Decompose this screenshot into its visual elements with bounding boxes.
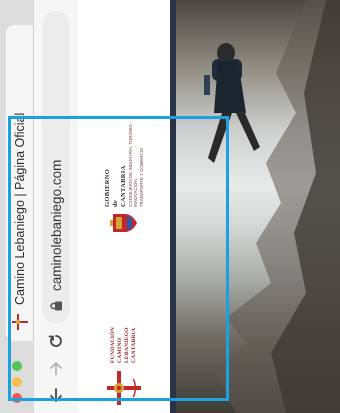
lock-icon[interactable] bbox=[49, 299, 63, 313]
browser-toolbar: caminolebaniego.com bbox=[34, 0, 79, 413]
hiker-photo bbox=[176, 0, 340, 413]
gobierno-logo[interactable]: GOBIERNO de CANTABRIA CONSEJERÍA DE INDU… bbox=[86, 113, 162, 233]
address-bar[interactable]: caminolebaniego.com bbox=[42, 11, 70, 323]
screenshot-stage: Camino Lebaniego | Página Oficial camino… bbox=[0, 0, 340, 413]
tab-strip: Camino Lebaniego | Página Oficial bbox=[0, 0, 34, 413]
window-controls bbox=[12, 361, 22, 403]
back-arrow-icon[interactable] bbox=[46, 385, 66, 405]
camino-cross-icon bbox=[105, 369, 143, 407]
fundacion-logo[interactable]: FUNDACIÓN CAMINO LEBANIEGO CANTABRIA bbox=[86, 311, 162, 407]
camino-cross-icon bbox=[11, 313, 29, 331]
cantabria-shield-icon bbox=[110, 213, 138, 233]
maximize-window-button[interactable] bbox=[12, 361, 22, 371]
browser-window: Camino Lebaniego | Página Oficial camino… bbox=[0, 0, 340, 413]
url-text: caminolebaniego.com bbox=[48, 159, 64, 291]
minimize-window-button[interactable] bbox=[12, 377, 22, 387]
browser-tab[interactable]: Camino Lebaniego | Página Oficial bbox=[6, 25, 34, 341]
tab-title: Camino Lebaniego | Página Oficial bbox=[13, 112, 27, 305]
fundacion-text: FUNDACIÓN CAMINO LEBANIEGO CANTABRIA bbox=[110, 327, 137, 363]
reload-icon[interactable] bbox=[46, 331, 66, 351]
site-header: FUNDACIÓN CAMINO LEBANIEGO CANTABRIA GOB… bbox=[78, 0, 170, 413]
forward-arrow-icon[interactable] bbox=[46, 359, 66, 379]
gobierno-text: GOBIERNO de CANTABRIA CONSEJERÍA DE INDU… bbox=[103, 123, 144, 207]
close-window-button[interactable] bbox=[12, 393, 22, 403]
hiker-figure bbox=[204, 43, 260, 163]
page-content: FUNDACIÓN CAMINO LEBANIEGO CANTABRIA GOB… bbox=[78, 0, 340, 413]
